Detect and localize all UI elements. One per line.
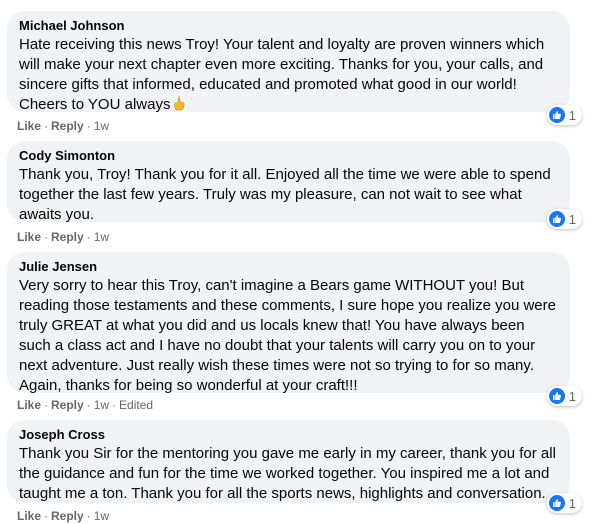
- comment-time[interactable]: 1w: [94, 398, 109, 412]
- like-reaction-icon: [548, 388, 565, 404]
- like-button[interactable]: Like: [17, 119, 41, 133]
- reply-button[interactable]: Reply: [51, 398, 84, 412]
- comment-bubble: Julie Jensen Very sorry to hear this Tro…: [7, 252, 582, 406]
- comment-text: Very sorry to hear this Troy, can't imag…: [19, 277, 556, 394]
- like-reaction-icon: [548, 211, 565, 227]
- comment-bubble: Michael Johnson Hate receiving this news…: [7, 11, 582, 125]
- comment: Michael Johnson Hate receiving this news…: [7, 11, 582, 133]
- comment-actions: Like · Reply · 1w: [17, 119, 110, 133]
- hand-pointing-icon: [171, 95, 187, 111]
- reaction-number: 1: [568, 388, 576, 404]
- comment-time[interactable]: 1w: [94, 119, 109, 133]
- comment-text: Thank you, Troy! Thank you for it all. E…: [19, 166, 551, 223]
- like-reaction-icon: [548, 495, 565, 511]
- comment-text: Thank you Sir for the mentoring you gave…: [19, 445, 556, 502]
- reaction-number: 1: [568, 107, 576, 123]
- comment-time[interactable]: 1w: [94, 509, 109, 523]
- comment-author[interactable]: Julie Jensen: [19, 258, 558, 275]
- reply-button[interactable]: Reply: [51, 509, 84, 523]
- like-button[interactable]: Like: [17, 230, 41, 244]
- like-button[interactable]: Like: [17, 398, 41, 412]
- like-button[interactable]: Like: [17, 509, 41, 523]
- comment-text-body: Hate receiving this news Troy! Your tale…: [19, 36, 545, 113]
- comment: Julie Jensen Very sorry to hear this Tro…: [7, 252, 582, 412]
- reaction-number: 1: [568, 495, 576, 511]
- edited-label: Edited: [119, 398, 154, 412]
- reaction-count[interactable]: 1: [546, 209, 582, 229]
- reaction-count[interactable]: 1: [546, 493, 582, 513]
- comment-time[interactable]: 1w: [94, 230, 109, 244]
- comment-author[interactable]: Joseph Cross: [19, 426, 558, 443]
- comment-text: Hate receiving this news Troy! Your tale…: [19, 35, 558, 115]
- reply-button[interactable]: Reply: [51, 230, 84, 244]
- comment-actions: Like · Reply · 1w: [17, 509, 110, 523]
- reply-button[interactable]: Reply: [51, 119, 84, 133]
- comment-author[interactable]: Michael Johnson: [19, 17, 558, 34]
- comment-author[interactable]: Cody Simonton: [19, 147, 558, 164]
- comment: Joseph Cross Thank you Sir for the mento…: [7, 420, 582, 523]
- comment-bubble: Joseph Cross Thank you Sir for the mento…: [7, 420, 582, 513]
- comment-bubble: Cody Simonton Thank you, Troy! Thank you…: [7, 141, 582, 229]
- reaction-count[interactable]: 1: [546, 105, 582, 125]
- reaction-number: 1: [568, 211, 576, 227]
- comment-actions: Like · Reply · 1w · Edited: [17, 398, 154, 412]
- like-reaction-icon: [548, 107, 565, 123]
- comment: Cody Simonton Thank you, Troy! Thank you…: [7, 141, 582, 244]
- comment-actions: Like · Reply · 1w: [17, 230, 110, 244]
- reaction-count[interactable]: 1: [546, 386, 582, 406]
